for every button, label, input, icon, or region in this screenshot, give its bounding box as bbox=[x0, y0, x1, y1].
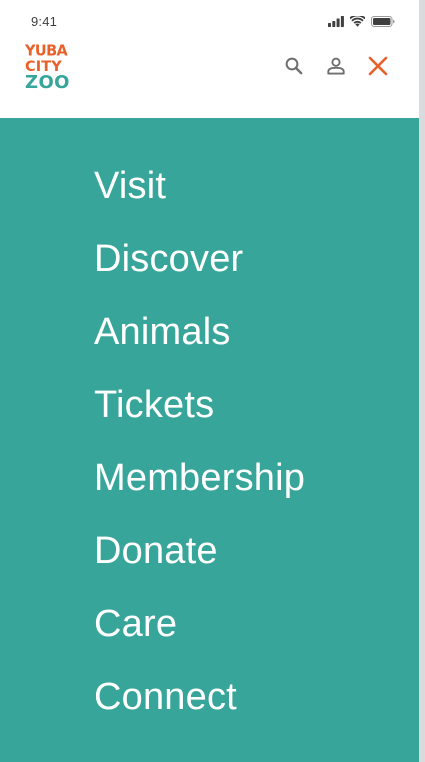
logo-line-zoo: ZOO bbox=[25, 72, 70, 93]
battery-icon bbox=[371, 14, 395, 32]
screen-edge bbox=[419, 0, 425, 762]
cellular-signal-icon bbox=[328, 14, 344, 32]
status-icons bbox=[328, 14, 395, 32]
close-menu-button[interactable] bbox=[365, 55, 391, 81]
nav-list: Visit Discover Animals Tickets Membershi… bbox=[94, 160, 305, 744]
search-button[interactable] bbox=[281, 55, 307, 81]
navigation-menu: Visit Discover Animals Tickets Membershi… bbox=[0, 118, 419, 762]
search-icon bbox=[284, 56, 304, 81]
account-button[interactable] bbox=[323, 55, 349, 81]
nav-item-animals[interactable]: Animals bbox=[94, 306, 305, 379]
status-time: 9:41 bbox=[31, 14, 58, 29]
wifi-icon bbox=[349, 14, 366, 32]
close-icon bbox=[367, 55, 389, 82]
phone-screen: 9:41 YUBA CITY ZOO Visit Discover Animal… bbox=[0, 0, 419, 762]
account-icon bbox=[326, 56, 346, 81]
nav-item-connect[interactable]: Connect bbox=[94, 671, 305, 744]
nav-item-visit[interactable]: Visit bbox=[94, 160, 305, 233]
logo-line-yuba: YUBA bbox=[25, 42, 68, 60]
nav-item-donate[interactable]: Donate bbox=[94, 525, 305, 598]
header-actions bbox=[281, 55, 391, 81]
site-header: YUBA CITY ZOO bbox=[0, 36, 419, 118]
nav-item-discover[interactable]: Discover bbox=[94, 233, 305, 306]
nav-item-membership[interactable]: Membership bbox=[94, 452, 305, 525]
status-bar: 9:41 bbox=[0, 0, 419, 36]
yuba-city-zoo-logo[interactable]: YUBA CITY ZOO bbox=[25, 44, 81, 92]
nav-item-tickets[interactable]: Tickets bbox=[94, 379, 305, 452]
nav-item-care[interactable]: Care bbox=[94, 598, 305, 671]
